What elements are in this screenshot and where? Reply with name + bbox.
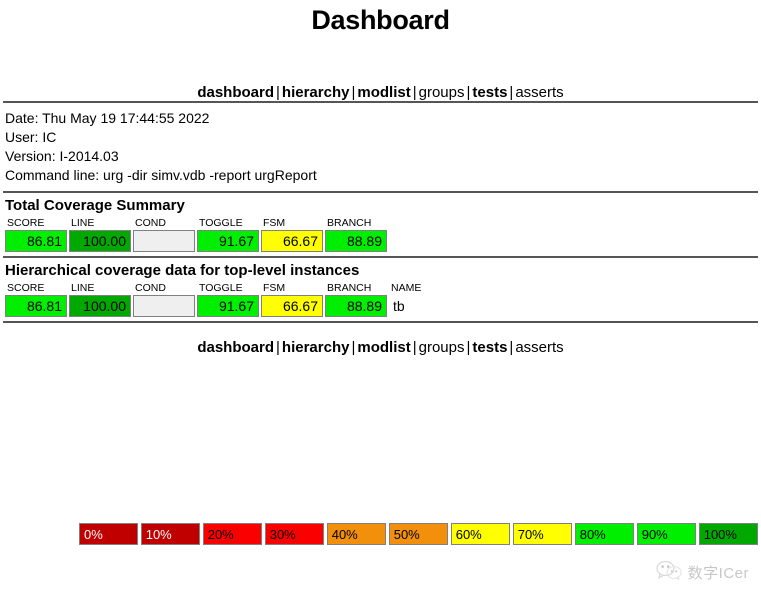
legend-swatch-30pct: 30% [264, 523, 324, 545]
report-metadata: Date: Thu May 19 17:44:55 2022 User: IC … [3, 103, 758, 191]
legend-swatch-0pct: 0% [79, 523, 138, 545]
legend-swatch-50pct: 50% [388, 523, 448, 545]
hierarchical-coverage-table: SCORE LINE COND TOGGLE FSM BRANCH NAME 8… [3, 281, 425, 317]
nav-link-tests[interactable]: tests [472, 84, 507, 101]
total-coverage-summary-table: SCORE LINE COND TOGGLE FSM BRANCH 86.81 … [3, 216, 389, 252]
nav-link-modlist[interactable]: modlist [357, 84, 410, 101]
legend-swatch-80pct: 80% [574, 523, 634, 545]
total-coverage-summary-heading: Total Coverage Summary [5, 197, 185, 214]
legend-swatch-40pct: 40% [326, 523, 386, 545]
legend-table: 0% 10% 20% 30% 40% 50% 60% 70% 80% 90% 100% [76, 523, 761, 545]
nav-link-groups[interactable]: groups [419, 339, 465, 356]
table-row: 86.81 100.00 91.67 66.67 88.89 [5, 230, 387, 252]
nav-link-tests[interactable]: tests [472, 339, 507, 356]
column-header-score: SCORE [7, 282, 45, 294]
cell-toggle: 91.67 [197, 230, 259, 252]
divider-above-hierarchical [3, 256, 758, 258]
legend-swatch-20pct: 20% [202, 523, 262, 545]
column-header-fsm: FSM [263, 217, 286, 229]
bottom-navigation: dashboard | hierarchy | modlist | groups | tests… [3, 339, 758, 356]
nav-separator: | [412, 84, 417, 101]
legend-swatch-70pct: 70% [512, 523, 572, 545]
column-header-line: LINE [71, 282, 95, 294]
nav-link-hierarchy[interactable]: hierarchy [282, 339, 350, 356]
column-header-cond: COND [135, 217, 166, 229]
watermark: 数字ICer [656, 560, 749, 585]
column-header-cond: COND [135, 282, 166, 294]
nav-link-dashboard[interactable]: dashboard [197, 84, 274, 101]
column-header-branch: BRANCH [327, 282, 372, 294]
table-header-row: SCORE LINE COND TOGGLE FSM BRANCH [5, 216, 387, 230]
cell-toggle: 91.67 [197, 295, 259, 317]
column-header-name: NAME [391, 282, 422, 294]
nav-separator: | [276, 84, 280, 101]
nav-link-dashboard[interactable]: dashboard [197, 339, 274, 356]
legend-row: 0% 10% 20% 30% 40% 50% 60% 70% 80% 90% 100% [79, 523, 758, 545]
nav-link-groups[interactable]: groups [419, 84, 465, 101]
cell-cond [133, 230, 195, 252]
nav-links-bottom: dashboard | hierarchy | modlist | groups | tests… [197, 339, 563, 356]
coverage-color-legend: 0% 10% 20% 30% 40% 50% 60% 70% 80% 90% 100% [76, 523, 761, 545]
meta-user: User: IC [5, 129, 57, 145]
nav-link-asserts[interactable]: asserts [515, 84, 563, 101]
legend-swatch-60pct: 60% [450, 523, 510, 545]
nav-link-asserts[interactable]: asserts [515, 339, 563, 356]
cell-fsm: 66.67 [261, 230, 323, 252]
cell-score: 86.81 [5, 295, 67, 317]
hierarchical-coverage-heading: Hierarchical coverage data for top-level… [5, 262, 360, 279]
column-header-toggle: TOGGLE [199, 217, 243, 229]
report-page: Dashboard dashboard | hierarchy | modlist | gr… [0, 5, 761, 356]
cell-cond [133, 295, 195, 317]
nav-separator: | [412, 339, 417, 356]
nav-link-hierarchy[interactable]: hierarchy [282, 84, 350, 101]
watermark-text: 数字ICer [687, 565, 749, 582]
column-header-branch: BRANCH [327, 217, 372, 229]
column-header-toggle: TOGGLE [199, 282, 243, 294]
meta-command-line: Command line: urg -dir simv.vdb -report … [5, 167, 317, 183]
table-header-row: SCORE LINE COND TOGGLE FSM BRANCH NAME [5, 281, 423, 295]
nav-links-top: dashboard | hierarchy | modlist | groups | tests… [197, 84, 563, 101]
column-header-fsm: FSM [263, 282, 286, 294]
meta-version: Version: I-2014.03 [5, 148, 119, 164]
divider-above-bottom-nav [3, 321, 758, 323]
top-navigation: dashboard | hierarchy | modlist | groups | tests… [3, 84, 758, 101]
column-header-line: LINE [71, 217, 95, 229]
meta-date: Date: Thu May 19 17:44:55 2022 [5, 110, 210, 126]
cell-line: 100.00 [69, 295, 131, 317]
cell-branch: 88.89 [325, 230, 387, 252]
nav-link-modlist[interactable]: modlist [357, 339, 410, 356]
divider-above-total-summary [3, 191, 758, 193]
legend-swatch-10pct: 10% [140, 523, 200, 545]
table-row: 86.81 100.00 91.67 66.67 88.89 tb [5, 295, 423, 317]
cell-fsm: 66.67 [261, 295, 323, 317]
cell-score: 86.81 [5, 230, 67, 252]
legend-swatch-90pct: 90% [636, 523, 696, 545]
cell-instance-name[interactable]: tb [389, 295, 423, 317]
cell-branch: 88.89 [325, 295, 387, 317]
legend-swatch-100pct: 100% [698, 523, 758, 545]
page-title: Dashboard [311, 5, 450, 35]
cell-line: 100.00 [69, 230, 131, 252]
column-header-score: SCORE [7, 217, 45, 229]
wechat-logo-icon [656, 560, 682, 585]
nav-separator: | [276, 339, 280, 356]
